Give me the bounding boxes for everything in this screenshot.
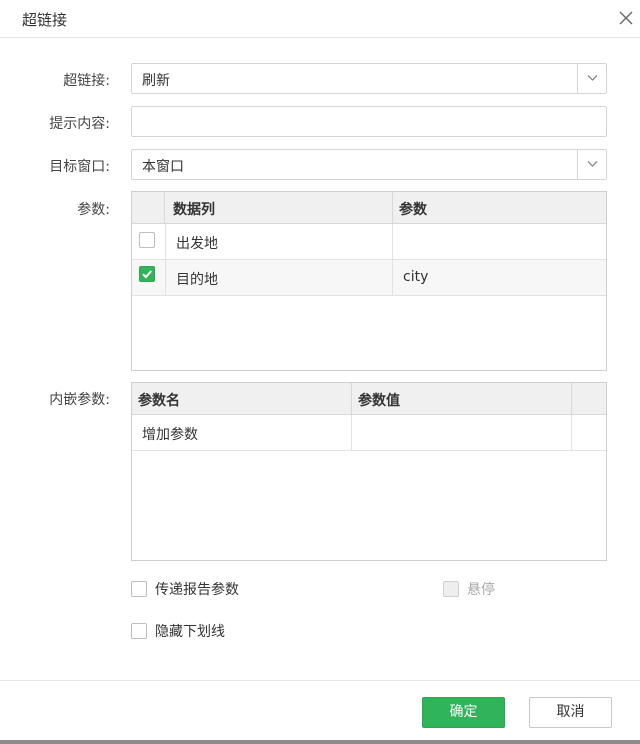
hover-checkbox bbox=[443, 581, 459, 597]
row-column-cell: 出发地 bbox=[165, 224, 393, 260]
row-param-cell[interactable]: city bbox=[393, 260, 607, 296]
table-row[interactable]: 出发地 bbox=[132, 224, 606, 260]
embedded-table-header: 参数名 参数值 bbox=[132, 383, 606, 415]
param-value-cell[interactable] bbox=[352, 415, 572, 451]
hide-underline-checkbox[interactable] bbox=[131, 623, 147, 639]
dialog-title: 超链接 bbox=[22, 11, 68, 29]
embedded-header-action-cell bbox=[572, 383, 606, 415]
params-label: 参数: bbox=[77, 202, 110, 218]
embedded-header-value: 参数值 bbox=[352, 383, 572, 415]
params-header-check-cell bbox=[132, 192, 165, 224]
close-icon[interactable] bbox=[616, 8, 636, 28]
row-checkbox[interactable] bbox=[139, 266, 155, 282]
row-column-cell: 目的地 bbox=[165, 260, 393, 296]
embedded-params-table: 参数名 参数值 增加参数 bbox=[131, 382, 607, 561]
params-table-header: 数据列 参数 bbox=[132, 192, 606, 224]
ok-button[interactable]: 确定 bbox=[422, 697, 505, 728]
cancel-button[interactable]: 取消 bbox=[529, 697, 612, 728]
row-param-cell[interactable] bbox=[393, 224, 607, 260]
chevron-down-icon[interactable] bbox=[577, 150, 606, 179]
add-param-cell[interactable]: 增加参数 bbox=[132, 415, 352, 451]
table-row[interactable]: 目的地 city bbox=[132, 260, 606, 296]
hover-label: 悬停 bbox=[467, 582, 495, 598]
tooltip-label: 提示内容: bbox=[49, 116, 110, 132]
pass-report-params-label: 传递报告参数 bbox=[155, 582, 239, 598]
target-window-label: 目标窗口: bbox=[49, 159, 110, 175]
hide-underline-label: 隐藏下划线 bbox=[155, 624, 225, 640]
target-window-select-value: 本窗口 bbox=[142, 159, 184, 175]
dialog-footer: 确定 取消 bbox=[0, 680, 640, 744]
embedded-header-name: 参数名 bbox=[132, 383, 352, 415]
target-window-select[interactable]: 本窗口 bbox=[131, 149, 607, 180]
check-icon bbox=[142, 270, 152, 279]
row-checkbox[interactable] bbox=[139, 232, 155, 248]
params-header-param: 参数 bbox=[399, 202, 427, 218]
embedded-params-label: 内嵌参数: bbox=[49, 392, 110, 408]
hyperlink-select[interactable]: 刷新 bbox=[131, 63, 607, 94]
hyperlink-label: 超链接: bbox=[63, 73, 110, 89]
tooltip-input[interactable] bbox=[131, 106, 607, 137]
params-header-column: 数据列 bbox=[165, 192, 393, 224]
row-action-cell bbox=[572, 415, 606, 451]
dialog-titlebar: 超链接 bbox=[0, 0, 640, 38]
hyperlink-select-value: 刷新 bbox=[142, 73, 170, 89]
pass-report-params-checkbox[interactable] bbox=[131, 581, 147, 597]
chevron-down-icon[interactable] bbox=[577, 64, 606, 93]
params-table: 数据列 参数 出发地 目的地 city bbox=[131, 191, 607, 371]
window-bottom-edge bbox=[0, 740, 640, 744]
table-row[interactable]: 增加参数 bbox=[132, 415, 606, 451]
